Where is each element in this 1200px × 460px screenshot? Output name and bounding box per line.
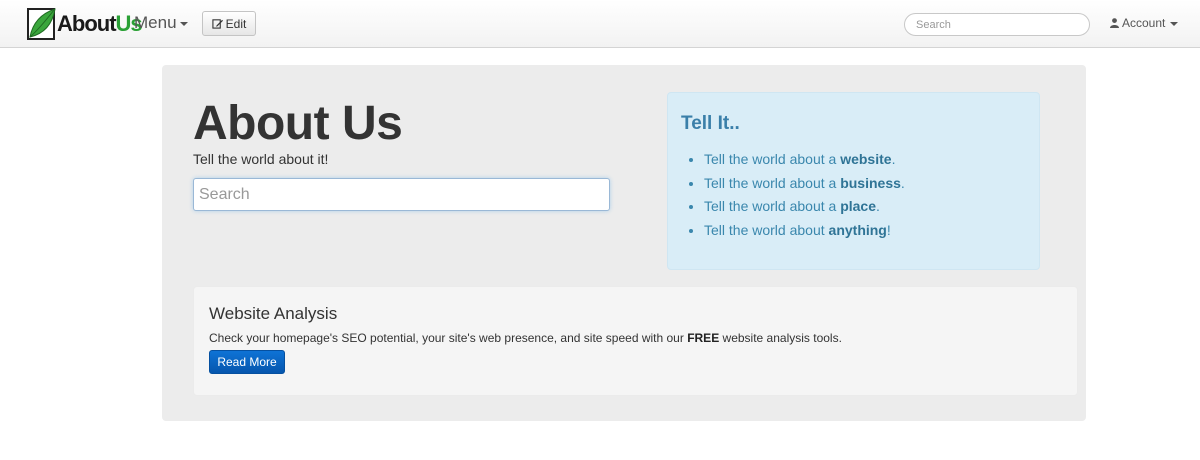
caret-down-icon	[179, 22, 188, 26]
analysis-text-end: website analysis tools.	[719, 331, 842, 345]
menu-label: Menu	[134, 13, 177, 32]
list-item-text: Tell the world about a	[704, 174, 841, 191]
tell-it-title: Tell It..	[681, 113, 740, 134]
hero-unit: About Us Tell the world about it! Tell I…	[162, 65, 1086, 421]
logo-about-text: About	[57, 11, 117, 36]
list-item-punct: !	[886, 221, 891, 238]
analysis-text-free: FREE	[687, 331, 720, 345]
tell-it-list: Tell the world about a website. Tell the…	[704, 148, 905, 242]
edit-label: Edit	[225, 16, 247, 31]
list-item-emphasis: anything	[828, 221, 887, 238]
account-label: Account	[1122, 16, 1166, 30]
list-item: Tell the world about a place.	[704, 195, 905, 219]
aboutus-logo[interactable]: AboutUs	[27, 6, 143, 42]
analysis-text-start: Check your homepage's SEO potential, you…	[209, 331, 688, 345]
analysis-title: Website Analysis	[209, 304, 338, 323]
user-icon	[1110, 18, 1119, 28]
edit-button[interactable]: Edit	[202, 11, 256, 36]
list-item: Tell the world about anything!	[704, 219, 905, 243]
menu-dropdown[interactable]: Menu	[134, 13, 188, 33]
list-item-text: Tell the world about a	[704, 151, 841, 167]
list-item-emphasis: website	[840, 151, 892, 167]
top-navbar: AboutUs Menu Edit Account	[0, 0, 1200, 48]
list-item-text: Tell the world about	[704, 221, 829, 238]
edit-icon	[212, 19, 223, 29]
leaf-logo-icon	[27, 8, 56, 40]
page-subtitle: Tell the world about it!	[193, 151, 329, 167]
list-item-punct: .	[891, 151, 896, 167]
account-dropdown[interactable]: Account	[1110, 16, 1179, 30]
list-item: Tell the world about a website.	[704, 148, 905, 172]
list-item-emphasis: business	[840, 174, 901, 191]
list-item-punct: .	[876, 198, 880, 214]
website-analysis-panel: Website Analysis Check your homepage's S…	[193, 286, 1078, 396]
list-item-punct: .	[900, 174, 905, 191]
caret-down-icon	[1170, 22, 1179, 26]
list-item: Tell the world about a business.	[704, 172, 905, 196]
tell-it-panel: Tell It.. Tell the world about a website…	[667, 92, 1040, 270]
main-search-input[interactable]	[193, 178, 610, 211]
analysis-description: Check your homepage's SEO potential, you…	[209, 331, 842, 345]
logo-wordmark: AboutUs	[57, 11, 143, 37]
list-item-text: Tell the world about a	[704, 198, 841, 214]
read-more-button[interactable]: Read More	[209, 350, 285, 374]
navbar-search-input[interactable]	[904, 13, 1090, 36]
list-item-emphasis: place	[840, 198, 877, 214]
page-title: About Us	[193, 97, 403, 150]
